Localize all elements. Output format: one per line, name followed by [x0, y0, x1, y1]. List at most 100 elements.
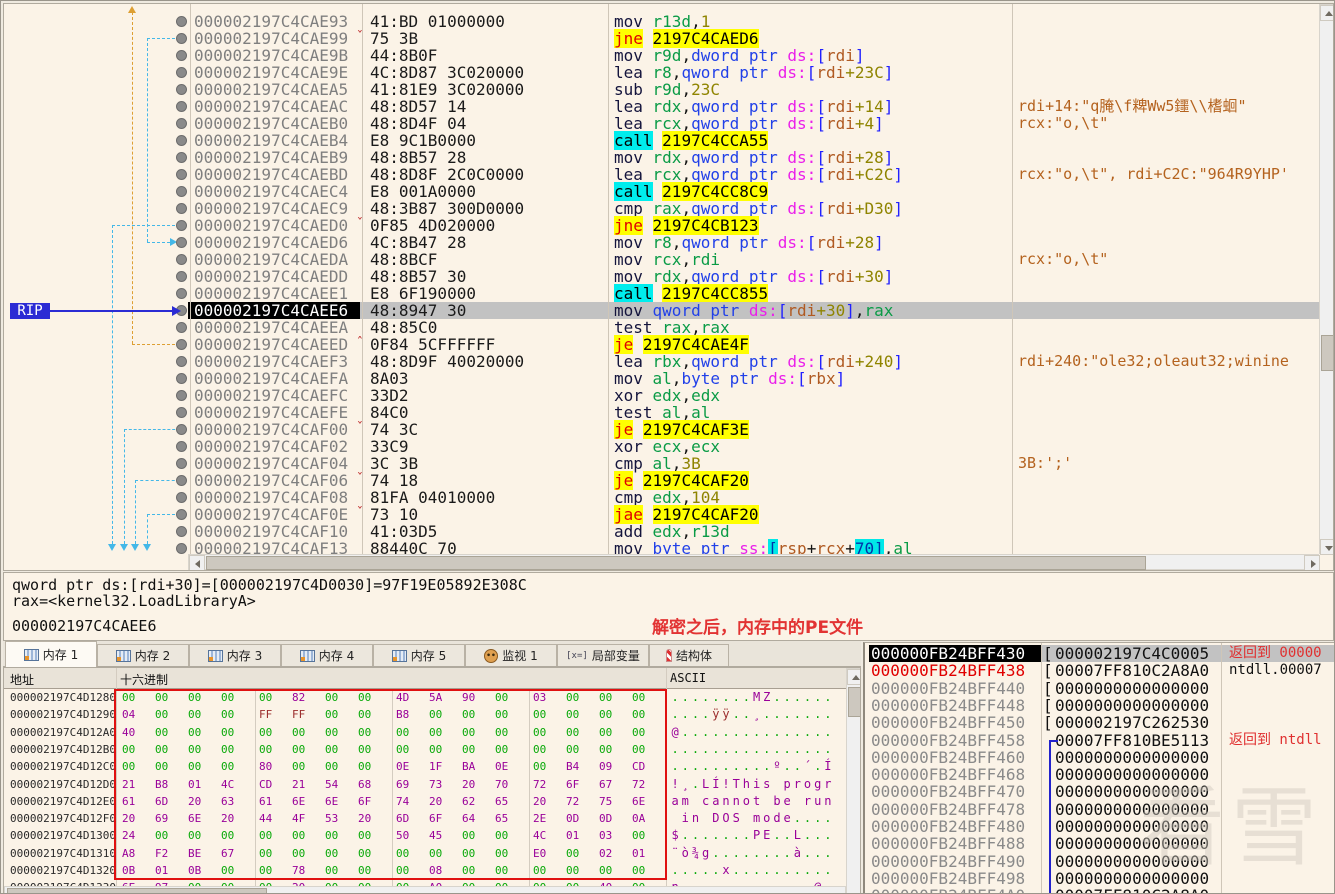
disasm-row[interactable]: 000002197C4CAEBD 48:8D8F 2C0C0000 lea rcx,… [188, 165, 1319, 184]
dump-byte: 00 [566, 708, 580, 722]
token: , [883, 539, 894, 554]
dump-row[interactable]: 000002197C4D12D0 21 B8 01 4C CD 21 54 68 69 73 20 70… [4, 776, 844, 793]
tab-label: 监视 1 [502, 649, 538, 663]
stack-row[interactable]: 000000FB24BFF490 0000000000000000 [865, 853, 1334, 870]
disasm-row[interactable]: 000002197C4CAEB4 E8 9C1B0000 call 2197C4CC… [188, 131, 1319, 150]
disasm-row[interactable]: 000002197C4CAF02 33C9 xor ecx,ecx [188, 438, 1319, 455]
stack-frame-bracket: [ [1043, 661, 1053, 681]
dump-row[interactable]: 000002197C4D12F0 20 69 6E 20 44 4F 53 20 6D 6F 64 65… [4, 810, 844, 827]
tab-内存-3[interactable]: 内存 3 [189, 644, 281, 666]
disasm-row[interactable]: 000002197C4CAEB0 48:8D4F 04 lea rcx,qword … [188, 115, 1319, 133]
disasm-row[interactable]: 000002197C4CAED0 ˇ 0F85 4D020000 jne 2197C4… [188, 216, 1319, 235]
disasm-row[interactable]: 000002197C4CAEEA 48:85C0 test rax,rax [188, 319, 1319, 336]
stack-row[interactable]: 000000FB24BFF458 00007FF810BE5113 返回到 ntdl… [865, 732, 1334, 749]
stack-row[interactable]: 000000FB24BFF498 0000000000000000 [865, 870, 1334, 887]
disasm-row[interactable]: 000002197C4CAED6 4C:8B47 28 mov r8,qword p… [188, 234, 1319, 251]
disasm-row[interactable]: 000002197C4CAE93 41:BD 01000000 mov r13d,1 [188, 13, 1319, 30]
instruction-address: 000002197C4CAEBD [194, 165, 349, 184]
instruction-text: mov rdx,qword ptr ds:[rdi+30] [614, 268, 893, 285]
token: [ [768, 539, 778, 554]
scroll-thumb[interactable] [206, 556, 1146, 570]
dump-byte: 00 [325, 742, 339, 756]
disasm-vertical-scrollbar[interactable] [1319, 4, 1333, 555]
stack-row[interactable]: 000000FB24BFF460 0000000000000000 [865, 749, 1334, 766]
tab-内存-1[interactable]: 内存 1 [5, 641, 97, 667]
scroll-thumb[interactable] [848, 687, 860, 717]
token: byte ptr [652, 539, 740, 554]
disasm-row[interactable]: 000002197C4CAEC9 48:3B87 300D0000 cmp rax,… [188, 200, 1319, 217]
dump-row[interactable]: 000002197C4D1300 24 00 00 00 00 00 00 00 50 45 00 00… [4, 827, 844, 844]
tab-局部变量[interactable]: [x=] 局部变量 [557, 644, 649, 666]
disasm-row[interactable]: 000002197C4CAEAC 48:8D57 14 lea rdx,qword … [188, 98, 1319, 116]
disasm-row[interactable]: 000002197C4CAEFA 8A03 mov al,byte ptr ds:[… [188, 370, 1319, 387]
stack-address: 000000FB24BFF478 [871, 799, 1026, 819]
info-pane: qword ptr ds:[rdi+30]=[000002197C4D0030]… [3, 572, 1334, 641]
disasm-row[interactable]: 000002197C4CAEE6 48:8947 30 mov qword ptr … [188, 302, 1319, 319]
disasm-row[interactable]: 000002197C4CAEE1 E8 6F190000 call 2197C4CC… [188, 284, 1319, 303]
disasm-row[interactable]: 000002197C4CAEDD 48:8B57 30 mov rdx,qword … [188, 268, 1319, 285]
dump-row[interactable]: 000002197C4D1310 A8 F2 BE 67 00 00 00 00 00 00 00 00… [4, 845, 844, 862]
chevron-right-icon [1311, 560, 1316, 568]
instruction-text: mov byte ptr ss:[rsp+rcx+70],al [614, 539, 913, 554]
dump-vertical-scrollbar[interactable] [846, 668, 860, 893]
disasm-row[interactable]: 000002197C4CAE99 ˇ 75 3B jne 2197C4CAED6 [188, 29, 1319, 48]
stack-row[interactable]: 000000FB24BFF430[000002197C4C0005 返回到 000… [865, 645, 1334, 662]
disasm-row[interactable]: 000002197C4CAEA5 41:81E9 3C020000 sub r9d,… [188, 81, 1319, 98]
scroll-left-button[interactable] [189, 555, 205, 570]
tab-内存-2[interactable]: 内存 2 [97, 644, 189, 666]
disasm-row[interactable]: 000002197C4CAF04 3C 3B cmp al,3B 3B:';' [188, 455, 1319, 473]
stack-row[interactable]: 000000FB24BFF478 0000000000000000 [865, 799, 1334, 819]
disasm-row[interactable]: 000002197C4CAEED ˆ 0F84 5CFFFFFF je 2197C4C… [188, 335, 1319, 354]
dump-byte: 01 [188, 777, 202, 791]
stack-row[interactable]: 000000FB24BFF438 [00007FF810C2A8A0 ntdll.0… [865, 661, 1334, 681]
dump-byte: 72 [566, 794, 580, 808]
tab-内存-5[interactable]: 内存 5 [373, 644, 465, 666]
dump-byte: 6E [325, 794, 339, 808]
disasm-row[interactable]: 000002197C4CAE9E 4C:8D87 3C020000 lea r8,q… [188, 64, 1319, 81]
stack-comment: ntdll.00007 [1229, 662, 1322, 679]
stack-row[interactable]: 000000FB24BFF450 [000002197C262530 [865, 714, 1334, 731]
stack-row[interactable]: 000000FB24BFF448 [0000000000000000 [865, 697, 1334, 714]
dump-row[interactable]: 000002197C4D12E0 61 6D 20 63 61 6E 6E 6F 74 20 62 65… [4, 793, 844, 810]
disasm-row[interactable]: 000002197C4CAF0E ˇ 73 10 jae 2197C4CAF20 [188, 505, 1319, 524]
stack-row[interactable]: 000000FB24BFF470 0000000000000000 [865, 783, 1334, 800]
stack-row[interactable]: 000000FB24BFF4A0 00007FF810C2A8A0 [865, 887, 1334, 893]
scroll-thumb[interactable] [1321, 335, 1333, 371]
disasm-row[interactable]: 000002197C4CAEDA 48:8BCF mov rcx,rdi rcx:"o… [188, 251, 1319, 269]
stack-row[interactable]: 000000FB24BFF468 0000000000000000 [865, 766, 1334, 783]
dump-row[interactable]: 000002197C4D12A0 40 00 00 00 00 00 00 00 00 00 00 00… [4, 724, 844, 741]
tab-监视-1[interactable]: 监视 1 [465, 644, 557, 666]
dump-horizontal-scrollbar[interactable] [4, 886, 846, 893]
dump-row[interactable]: 000002197C4D12C0 00 00 00 00 80 00 00 00 0E 1F BA 0E… [4, 758, 844, 775]
disasm-horizontal-scrollbar[interactable] [188, 554, 1320, 570]
scroll-up-button[interactable] [1320, 5, 1333, 21]
scroll-thumb[interactable] [7, 888, 267, 893]
stack-row[interactable]: 000000FB24BFF488 0000000000000000 [865, 835, 1334, 852]
scroll-up-button[interactable] [847, 669, 860, 685]
disasm-row[interactable]: 000002197C4CAEB9 48:8B57 28 mov rdx,qword … [188, 149, 1319, 166]
tab-内存-4[interactable]: 内存 4 [281, 644, 373, 666]
dump-row[interactable]: 000002197C4D1320 0B 01 0B 00 00 78 00 00 00 08 00 00… [4, 862, 844, 879]
dump-row[interactable]: 000002197C4D12B0 00 00 00 00 00 00 00 00 00 00 00 00… [4, 741, 844, 758]
disasm-row[interactable]: 000002197C4CAF00 ˇ 74 3C je 2197C4CAF3E [188, 420, 1319, 439]
stack-row[interactable]: 000000FB24BFF480 0000000000000000 [865, 818, 1334, 835]
scroll-right-button[interactable] [1304, 555, 1320, 570]
disasm-row[interactable]: 000002197C4CAF08 81FA 04010000 cmp edx,104 [188, 489, 1319, 506]
disasm-row[interactable]: 000002197C4CAF10 41:03D5 add edx,r13d [188, 523, 1319, 540]
dump-row[interactable]: 000002197C4D1290 04 00 00 00 FF FF 00 00 B8 00 00 00… [4, 706, 844, 723]
dump-byte: 00 [358, 708, 372, 722]
disasm-row[interactable]: 000002197C4CAF06 ˇ 74 18 je 2197C4CAF20 [188, 471, 1319, 490]
dump-row[interactable]: 000002197C4D1280 00 00 00 00 00 82 00 00 4D 5A 90 00… [4, 689, 844, 706]
disasm-row[interactable]: 000002197C4CAEFC 33D2 xor edx,edx [188, 387, 1319, 404]
stack-row[interactable]: 000000FB24BFF440 [0000000000000000 [865, 680, 1334, 697]
tab-结构体[interactable]: 结构体 [649, 644, 729, 666]
disasm-row[interactable]: 000002197C4CAEFE 84C0 test al,al [188, 404, 1319, 421]
disasm-row[interactable]: 000002197C4CAE9B 44:8B0F mov r9d,dword ptr… [188, 47, 1319, 64]
token: ss: [739, 539, 769, 554]
disasm-row[interactable]: 000002197C4CAF13 88440C 70 mov byte ptr ss… [188, 539, 1319, 554]
dump-byte: 00 [325, 708, 339, 722]
disasm-row[interactable]: 000002197C4CAEC4 E8 001A0000 call 2197C4CC… [188, 182, 1319, 201]
scroll-down-button[interactable] [1320, 539, 1333, 555]
dump-byte: 00 [462, 742, 476, 756]
disasm-row[interactable]: 000002197C4CAEF3 48:8D9F 40020000 lea rbx,… [188, 353, 1319, 371]
